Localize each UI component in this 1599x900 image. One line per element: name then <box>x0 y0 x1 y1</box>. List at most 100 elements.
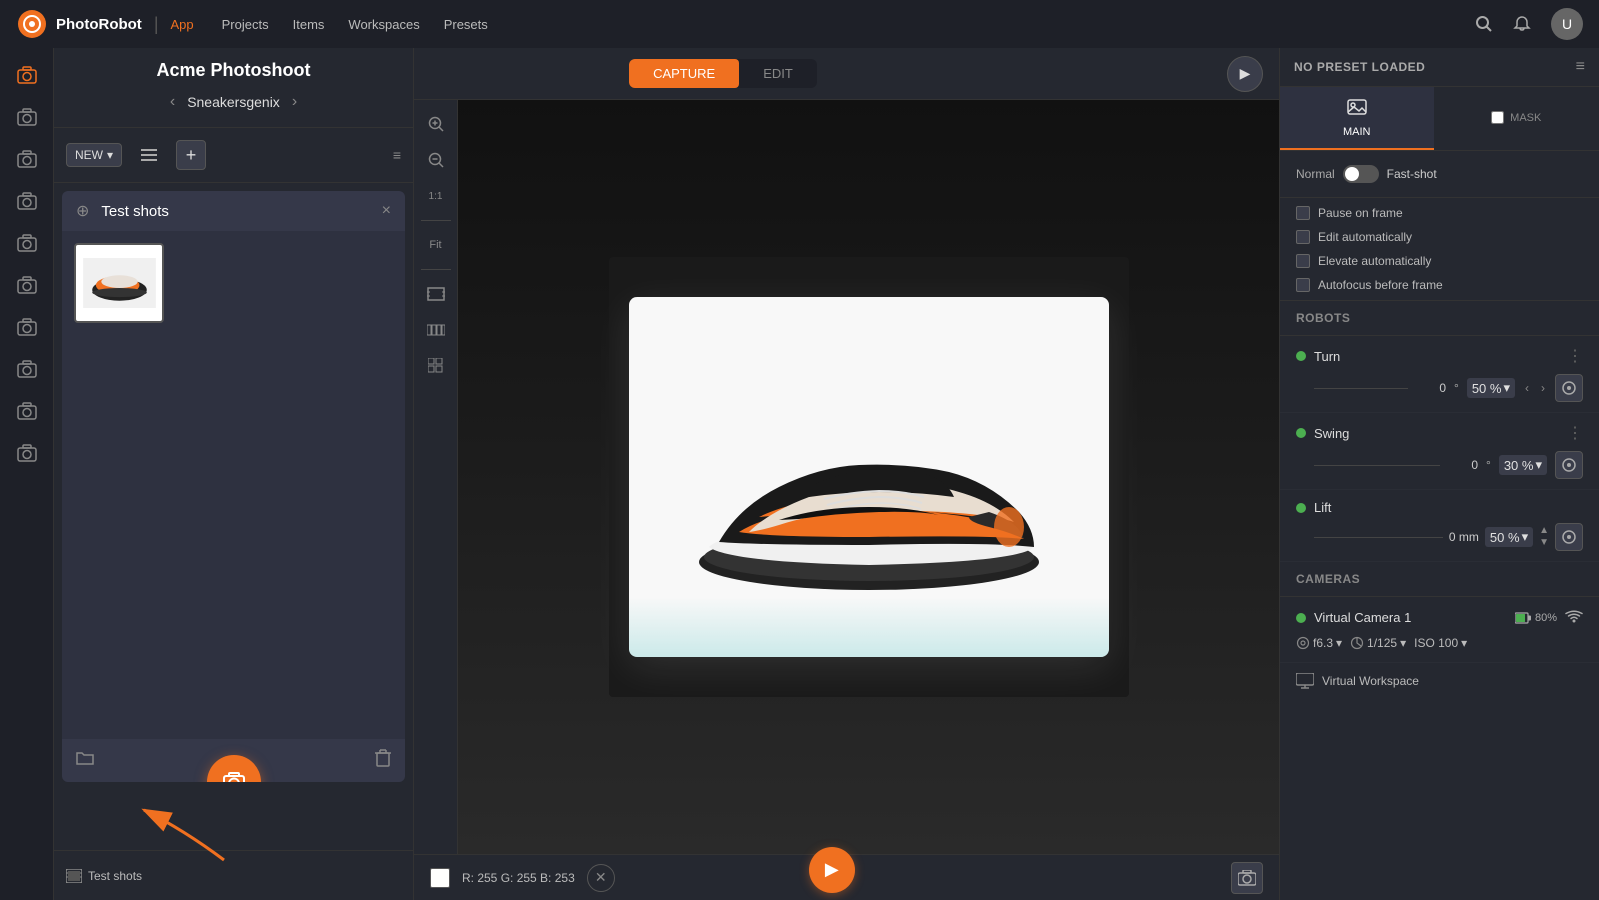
center-area: CAPTURE EDIT ▶ <box>414 48 1279 900</box>
sidebar-camera-10[interactable] <box>8 434 46 472</box>
edit-tab[interactable]: EDIT <box>739 59 817 88</box>
turn-next-button[interactable]: › <box>1539 379 1547 397</box>
toggle-knob <box>1345 167 1359 181</box>
list-view-button[interactable] <box>130 136 168 174</box>
swing-robot-menu[interactable]: ⋮ <box>1567 423 1583 443</box>
sidebar-camera-6[interactable] <box>8 266 46 304</box>
lift-home-icon <box>1561 529 1577 545</box>
nav-projects[interactable]: Projects <box>222 17 269 32</box>
sort-button[interactable]: ≡ <box>393 147 401 163</box>
aperture-dropdown[interactable]: ▾ <box>1336 636 1342 650</box>
sidebar-camera-2[interactable] <box>8 98 46 136</box>
ratio-label: 1:1 <box>420 180 452 212</box>
camera-battery: 80% <box>1515 612 1557 624</box>
camera-snap-button[interactable] <box>1231 862 1263 894</box>
sidebar-camera-1[interactable] <box>8 56 46 94</box>
panel-header: Acme Photoshoot ‹ Sneakersgenix › <box>54 48 413 128</box>
zoom-out-tool[interactable] <box>420 144 452 176</box>
zoom-in-tool[interactable] <box>420 108 452 140</box>
swing-home-button[interactable] <box>1555 451 1583 479</box>
lift-speed-dropdown[interactable]: 50 % ▾ <box>1485 527 1533 547</box>
shoot-nav: ‹ Sneakersgenix › <box>70 89 397 115</box>
sidebar-camera-5[interactable] <box>8 224 46 262</box>
nav-presets[interactable]: Presets <box>444 17 488 32</box>
battery-level: 80% <box>1535 612 1557 624</box>
grid-tool[interactable] <box>420 350 452 382</box>
viewport-bottom: R: 255 G: 255 B: 253 ✕ ▶ <box>414 854 1279 900</box>
nav-next-button[interactable]: › <box>288 89 301 115</box>
filmstrip-tool[interactable] <box>420 314 452 346</box>
test-shots-panel: ⊕ Test shots × <box>62 191 405 782</box>
camera-icon-3 <box>17 149 37 169</box>
turn-robot-header: Turn ⋮ <box>1296 346 1583 366</box>
ts-move-icon: ⊕ <box>76 201 89 221</box>
ts-trash-button[interactable] <box>375 749 391 772</box>
swing-status-dot <box>1296 428 1306 438</box>
nav-links: Projects Items Workspaces Presets <box>222 17 488 32</box>
turn-speed-dropdown[interactable]: 50 % ▾ <box>1467 378 1515 398</box>
mode-toggle[interactable] <box>1343 165 1379 183</box>
monitor-icon <box>1296 673 1314 689</box>
ts-folder-button[interactable] <box>76 750 94 771</box>
capture-fab-button[interactable] <box>207 755 261 782</box>
camera-icon-8 <box>17 359 37 379</box>
add-item-button[interactable]: + <box>176 140 206 170</box>
elevate-label: Elevate automatically <box>1318 254 1431 268</box>
elevate-checkbox[interactable] <box>1296 254 1310 268</box>
turn-home-button[interactable] <box>1555 374 1583 402</box>
ts-thumbnail[interactable] <box>74 243 164 323</box>
nav-workspaces[interactable]: Workspaces <box>348 17 419 32</box>
play-big-button[interactable]: ▶ <box>809 847 855 893</box>
lift-down-button[interactable]: ▼ <box>1539 538 1549 548</box>
bottom-test-shots-label: Test shots <box>88 869 142 883</box>
lift-robot-name: Lift <box>1314 500 1583 515</box>
rp-menu-button[interactable]: ≡ <box>1576 58 1585 76</box>
main-tab[interactable]: MAIN <box>1280 87 1434 150</box>
autofocus-checkbox[interactable] <box>1296 278 1310 292</box>
camera-status-dot <box>1296 613 1306 623</box>
viewport-toolbar: CAPTURE EDIT ▶ <box>414 48 1279 100</box>
nav-prev-button[interactable]: ‹ <box>166 89 179 115</box>
sidebar-camera-9[interactable] <box>8 392 46 430</box>
lift-home-button[interactable] <box>1555 523 1583 551</box>
filmstrip-view-icon <box>427 323 445 337</box>
logo-app-label: App <box>171 17 194 32</box>
aperture-param: f6.3 ▾ <box>1296 636 1342 650</box>
turn-prev-button[interactable]: ‹ <box>1523 379 1531 397</box>
ts-footer <box>62 739 405 782</box>
search-button[interactable] <box>1475 15 1493 33</box>
clear-color-button[interactable]: ✕ <box>587 864 615 892</box>
sidebar-camera-7[interactable] <box>8 308 46 346</box>
lift-up-button[interactable]: ▲ <box>1539 526 1549 536</box>
trash-icon <box>375 749 391 767</box>
checkbox-row-elevate: Elevate automatically <box>1296 254 1583 268</box>
nav-items[interactable]: Items <box>293 17 325 32</box>
notifications-button[interactable] <box>1513 15 1531 33</box>
sidebar-camera-8[interactable] <box>8 350 46 388</box>
camera-row: Virtual Camera 1 80% <box>1280 597 1599 663</box>
workspace-name: Virtual Workspace <box>1322 674 1419 688</box>
capture-tab[interactable]: CAPTURE <box>629 59 739 88</box>
sidebar-camera-4[interactable] <box>8 182 46 220</box>
camera-icon-2 <box>17 107 37 127</box>
shutter-dropdown[interactable]: ▾ <box>1400 636 1406 650</box>
vt-divider-2 <box>421 269 451 270</box>
pause-checkbox[interactable] <box>1296 206 1310 220</box>
ts-close-button[interactable]: × <box>382 202 391 220</box>
bell-icon <box>1513 15 1531 33</box>
play-button[interactable]: ▶ <box>1227 56 1263 92</box>
iso-dropdown[interactable]: ▾ <box>1461 636 1467 650</box>
edit-checkbox[interactable] <box>1296 230 1310 244</box>
user-avatar[interactable]: U <box>1551 8 1583 40</box>
new-item-button[interactable]: NEW ▾ <box>66 143 122 167</box>
vt-divider-1 <box>421 220 451 221</box>
swing-speed-dropdown[interactable]: 30 % ▾ <box>1499 455 1547 475</box>
frame-tool[interactable] <box>420 278 452 310</box>
camera-params: f6.3 ▾ 1/125 ▾ ISO 100 ▾ <box>1296 636 1583 650</box>
mask-checkbox[interactable] <box>1491 111 1504 124</box>
swing-robot-name: Swing <box>1314 426 1559 441</box>
mask-tab[interactable]: MASK <box>1434 87 1599 150</box>
turn-robot-menu[interactable]: ⋮ <box>1567 346 1583 366</box>
shoot-title: Acme Photoshoot <box>156 60 310 81</box>
sidebar-camera-3[interactable] <box>8 140 46 178</box>
